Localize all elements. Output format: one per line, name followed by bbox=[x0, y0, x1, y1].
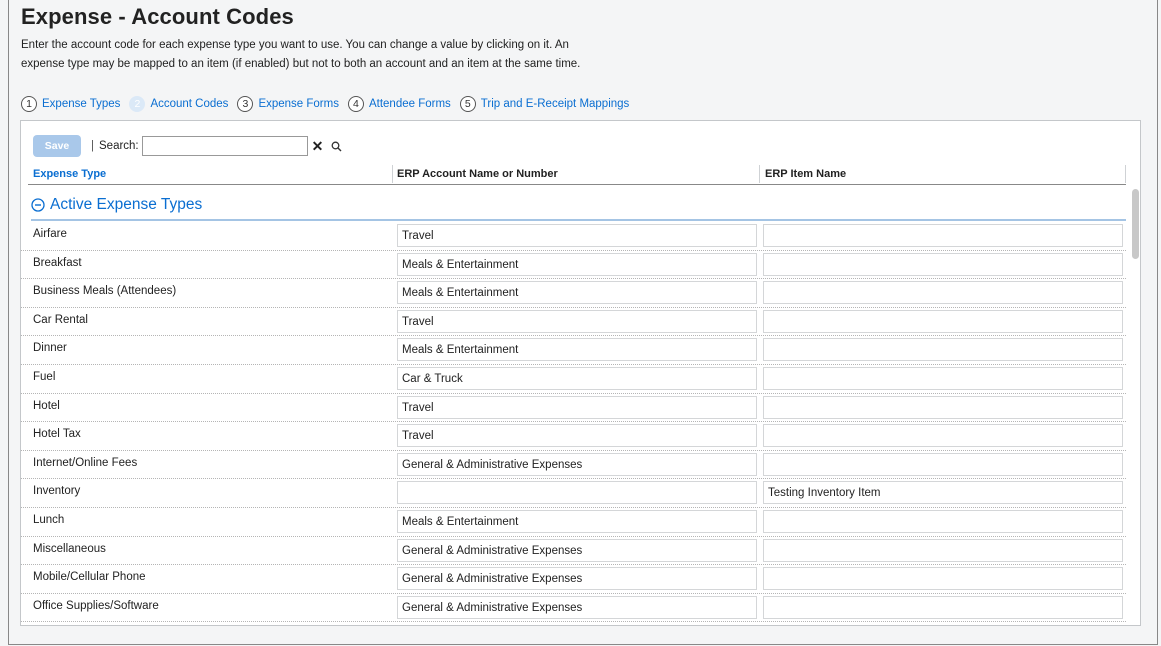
header-divider bbox=[28, 184, 1126, 185]
collapse-circle-icon[interactable] bbox=[31, 198, 45, 212]
erp-item-field[interactable] bbox=[763, 424, 1123, 448]
erp-item-field[interactable] bbox=[763, 567, 1123, 591]
table-row: Hotel Tax Travel bbox=[21, 422, 1126, 451]
expense-type-cell: Miscellaneous bbox=[33, 542, 106, 555]
column-header-expense-type[interactable]: Expense Type bbox=[33, 168, 106, 180]
expense-type-cell: Hotel Tax bbox=[33, 428, 81, 441]
expense-type-cell: Office Supplies/Software bbox=[33, 599, 159, 612]
table-row: Inventory Testing Inventory Item bbox=[21, 479, 1126, 508]
step-number: 5 bbox=[459, 96, 476, 112]
toolbar: Save | Search: ✕ bbox=[33, 134, 342, 158]
step-account-codes[interactable]: 2 Account Codes bbox=[129, 96, 228, 112]
close-icon[interactable]: ✕ bbox=[312, 139, 324, 153]
toolbar-separator: | bbox=[91, 140, 94, 152]
page-description: Enter the account code for each expense … bbox=[21, 36, 580, 74]
table-row: Business Meals (Attendees) Meals & Entert… bbox=[21, 279, 1126, 308]
erp-account-field[interactable]: Meals & Entertainment bbox=[397, 509, 757, 533]
step-label: Expense Types bbox=[42, 98, 121, 110]
erp-item-field[interactable] bbox=[763, 281, 1123, 305]
group-label: Active Expense Types bbox=[50, 196, 203, 213]
search-input[interactable] bbox=[141, 136, 308, 156]
column-header-erp-item[interactable]: ERP Item Name bbox=[765, 168, 846, 180]
step-trip-ereceipt-mappings[interactable]: 5 Trip and E-Receipt Mappings bbox=[459, 96, 630, 112]
step-number: 3 bbox=[237, 96, 254, 112]
erp-account-field[interactable]: Travel bbox=[397, 424, 757, 448]
column-divider bbox=[392, 165, 393, 183]
table-header: Expense Type ERP Account Name or Number … bbox=[21, 165, 1126, 185]
erp-account-field[interactable]: Travel bbox=[397, 309, 757, 333]
erp-account-field[interactable]: Car & Truck bbox=[397, 366, 757, 390]
step-attendee-forms[interactable]: 4 Attendee Forms bbox=[347, 96, 451, 112]
erp-item-field[interactable] bbox=[763, 366, 1123, 390]
erp-account-field[interactable]: Meals & Entertainment bbox=[397, 281, 757, 305]
column-divider bbox=[1125, 165, 1126, 183]
page-title: Expense - Account Codes bbox=[21, 4, 294, 29]
step-label: Account Codes bbox=[150, 98, 229, 110]
account-codes-panel: Save | Search: ✕ Expense Type ERP Accoun… bbox=[20, 120, 1141, 626]
step-number: 4 bbox=[347, 96, 364, 112]
erp-item-field[interactable] bbox=[763, 252, 1123, 276]
step-label: Expense Forms bbox=[258, 98, 339, 110]
group-active-expense-types[interactable]: Active Expense Types bbox=[31, 196, 202, 214]
table-row: Office Supplies/Software General & Admini… bbox=[21, 594, 1126, 623]
erp-item-field[interactable] bbox=[763, 309, 1123, 333]
expense-type-cell: Inventory bbox=[33, 485, 81, 498]
erp-item-field[interactable] bbox=[763, 224, 1123, 247]
column-divider bbox=[759, 165, 760, 183]
expense-type-cell: Car Rental bbox=[33, 313, 88, 326]
column-header-erp-account[interactable]: ERP Account Name or Number bbox=[397, 168, 558, 180]
search-icon[interactable] bbox=[331, 141, 342, 152]
table-row: Car Rental Travel bbox=[21, 308, 1126, 337]
save-button[interactable]: Save bbox=[33, 135, 81, 157]
erp-item-field[interactable] bbox=[763, 509, 1123, 533]
erp-item-field[interactable] bbox=[763, 452, 1123, 476]
erp-item-field[interactable] bbox=[763, 538, 1123, 562]
description-line: Enter the account code for each expense … bbox=[21, 39, 569, 51]
search-label: Search: bbox=[99, 140, 139, 152]
step-expense-types[interactable]: 1 Expense Types bbox=[21, 96, 120, 112]
table-row: Miscellaneous General & Administrative Ex… bbox=[21, 537, 1126, 566]
erp-item-field[interactable] bbox=[763, 338, 1123, 362]
step-number: 2 bbox=[129, 96, 146, 112]
table-row: Airfare Travel bbox=[21, 222, 1126, 251]
erp-item-field[interactable]: Testing Inventory Item bbox=[763, 481, 1123, 505]
erp-account-field[interactable]: General & Administrative Expenses bbox=[397, 595, 757, 619]
step-label: Trip and E-Receipt Mappings bbox=[480, 98, 630, 110]
table-row: Hotel Travel bbox=[21, 394, 1126, 423]
expense-type-cell: Business Meals (Attendees) bbox=[33, 285, 177, 298]
expense-type-cell: Internet/Online Fees bbox=[33, 456, 138, 469]
scrollbar-thumb[interactable] bbox=[1132, 189, 1139, 259]
table-row: Mobile/Cellular Phone General & Administr… bbox=[21, 565, 1126, 594]
expense-type-cell: Fuel bbox=[33, 370, 56, 383]
table-row: Internet/Online Fees General & Administra… bbox=[21, 451, 1126, 480]
step-expense-forms[interactable]: 3 Expense Forms bbox=[237, 96, 339, 112]
erp-account-field[interactable]: Travel bbox=[397, 395, 757, 419]
expense-type-cell: Hotel bbox=[33, 399, 60, 412]
table-row: Dinner Meals & Entertainment bbox=[21, 336, 1126, 365]
table-row: Breakfast Meals & Entertainment bbox=[21, 251, 1126, 280]
group-underline bbox=[31, 219, 1126, 221]
wizard-steps: 1 Expense Types 2 Account Codes 3 Expens… bbox=[21, 94, 638, 114]
expense-type-cell: Mobile/Cellular Phone bbox=[33, 571, 146, 584]
expense-rows: Airfare Travel Breakfast Meals & Entertain… bbox=[21, 222, 1126, 623]
erp-account-field[interactable] bbox=[397, 481, 757, 505]
table-row: Lunch Meals & Entertainment bbox=[21, 508, 1126, 537]
expense-type-cell: Breakfast bbox=[33, 256, 82, 269]
step-label: Attendee Forms bbox=[368, 98, 451, 110]
expense-type-cell: Dinner bbox=[33, 342, 67, 355]
erp-account-field[interactable]: Meals & Entertainment bbox=[397, 338, 757, 362]
erp-account-field[interactable]: Travel bbox=[397, 224, 757, 247]
table-row: Fuel Car & Truck bbox=[21, 365, 1126, 394]
erp-account-field[interactable]: Meals & Entertainment bbox=[397, 252, 757, 276]
erp-item-field[interactable] bbox=[763, 595, 1123, 619]
expense-type-cell: Airfare bbox=[33, 228, 67, 240]
erp-account-field[interactable]: General & Administrative Expenses bbox=[397, 567, 757, 591]
erp-account-field[interactable]: General & Administrative Expenses bbox=[397, 452, 757, 476]
step-number: 1 bbox=[21, 96, 37, 112]
erp-item-field[interactable] bbox=[763, 395, 1123, 419]
erp-account-field[interactable]: General & Administrative Expenses bbox=[397, 538, 757, 562]
expense-type-cell: Lunch bbox=[33, 513, 65, 526]
description-line: expense type may be mapped to an item (i… bbox=[21, 58, 581, 70]
